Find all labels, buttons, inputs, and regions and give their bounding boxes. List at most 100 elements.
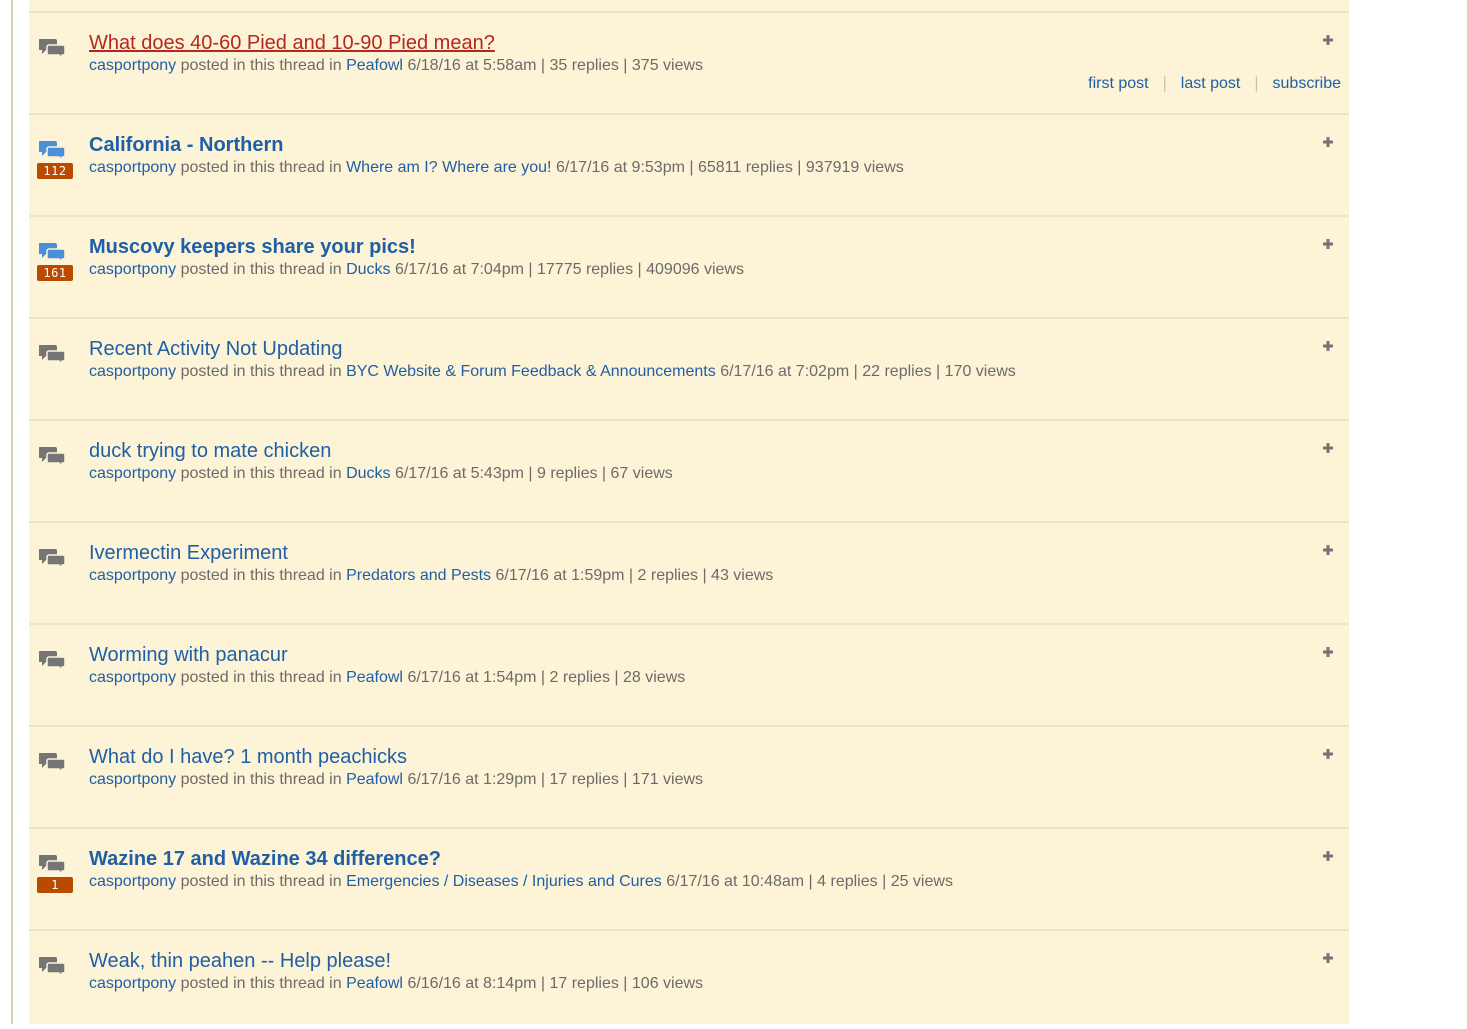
- post-date: 6/17/16 at 5:43pm: [394, 465, 524, 482]
- author-link[interactable]: casportpony: [89, 669, 176, 686]
- pipe-separator: |: [931, 363, 945, 380]
- pipe-separator: |: [609, 669, 623, 686]
- posted-in-text: posted in this thread in: [176, 771, 347, 788]
- thread-meta: casportpony posted in this thread in Whe…: [89, 159, 904, 177]
- author-link[interactable]: casportpony: [89, 57, 176, 74]
- forum-link[interactable]: Ducks: [346, 465, 390, 482]
- thread-title-link[interactable]: Ivermectin Experiment: [89, 542, 288, 565]
- reply-count: 4 replies: [817, 873, 878, 890]
- posted-in-text: posted in this thread in: [176, 873, 347, 890]
- posted-in-text: posted in this thread in: [176, 159, 347, 176]
- thread-meta: casportpony posted in this thread in Pre…: [89, 567, 773, 585]
- forum-link[interactable]: Ducks: [346, 261, 390, 278]
- pipe-separator: |: [633, 261, 647, 278]
- pipe-separator: |: [849, 363, 863, 380]
- thread-title-link[interactable]: Recent Activity Not Updating: [89, 338, 342, 361]
- thread-meta: casportpony posted in this thread in Duc…: [89, 261, 744, 279]
- thread-title-link[interactable]: Worming with panacur: [89, 644, 288, 667]
- thread-meta: casportpony posted in this thread in Pea…: [89, 771, 703, 789]
- thread-meta: casportpony posted in this thread in BYC…: [89, 363, 1016, 381]
- action-separator: |: [1162, 75, 1167, 92]
- forum-link[interactable]: Emergencies / Diseases / Injuries and Cu…: [346, 873, 662, 890]
- chat-bubbles-icon: [39, 751, 67, 773]
- view-count: 409096 views: [646, 261, 744, 278]
- chat-bubbles-icon: [39, 649, 67, 671]
- view-count: 28 views: [623, 669, 686, 686]
- forum-link[interactable]: Peafowl: [346, 771, 403, 788]
- thread-title-link[interactable]: Wazine 17 and Wazine 34 difference?: [89, 848, 441, 871]
- reply-count: 22 replies: [862, 363, 932, 380]
- view-count: 25 views: [890, 873, 953, 890]
- forum-link[interactable]: Peafowl: [346, 669, 403, 686]
- plus-icon[interactable]: [1322, 645, 1334, 657]
- author-link[interactable]: casportpony: [89, 159, 176, 176]
- post-date: 6/17/16 at 1:54pm: [407, 669, 537, 686]
- pipe-separator: |: [597, 465, 611, 482]
- new-posts-badge[interactable]: 161: [37, 265, 73, 281]
- post-date: 6/17/16 at 1:29pm: [407, 771, 537, 788]
- author-link[interactable]: casportpony: [89, 567, 176, 584]
- reply-count: 65811 replies: [697, 159, 793, 176]
- reply-count: 17775 replies: [537, 261, 634, 278]
- post-date: 6/17/16 at 1:59pm: [495, 567, 625, 584]
- thread-meta: casportpony posted in this thread in Pea…: [89, 57, 703, 75]
- pipe-separator: |: [618, 975, 632, 992]
- thread-title-link[interactable]: What do I have? 1 month peachicks: [89, 746, 407, 769]
- thread-title-link[interactable]: California - Northern: [89, 134, 283, 157]
- plus-icon[interactable]: [1322, 237, 1334, 249]
- thread-row-2: 112 California - Northern casportpony po…: [29, 113, 1349, 213]
- new-posts-badge[interactable]: 112: [37, 163, 73, 179]
- reply-count: 9 replies: [537, 465, 598, 482]
- reply-count: 35 replies: [549, 57, 619, 74]
- forum-link[interactable]: Predators and Pests: [346, 567, 491, 584]
- pipe-separator: |: [624, 567, 638, 584]
- pipe-separator: |: [536, 771, 550, 788]
- view-count: 937919 views: [805, 159, 904, 176]
- forum-link[interactable]: Peafowl: [346, 975, 403, 992]
- plus-icon[interactable]: [1322, 951, 1334, 963]
- reply-count: 17 replies: [549, 975, 619, 992]
- chat-bubbles-icon: [39, 853, 67, 875]
- plus-icon[interactable]: [1322, 339, 1334, 351]
- thread-title-link[interactable]: duck trying to mate chicken: [89, 440, 331, 463]
- posted-in-text: posted in this thread in: [176, 567, 347, 584]
- forum-link[interactable]: BYC Website & Forum Feedback & Announcem…: [346, 363, 716, 380]
- pipe-separator: |: [804, 873, 818, 890]
- chat-bubbles-icon: [39, 139, 67, 161]
- author-link[interactable]: casportpony: [89, 363, 176, 380]
- view-count: 106 views: [631, 975, 704, 992]
- first-post-link[interactable]: first post: [1088, 75, 1148, 92]
- thread-meta: casportpony posted in this thread in Duc…: [89, 465, 673, 483]
- author-link[interactable]: casportpony: [89, 873, 176, 890]
- author-link[interactable]: casportpony: [89, 261, 176, 278]
- forum-link[interactable]: Peafowl: [346, 57, 403, 74]
- thread-meta: casportpony posted in this thread in Pea…: [89, 975, 703, 993]
- forum-link[interactable]: Where am I? Where are you!: [346, 159, 551, 176]
- post-date: 6/17/16 at 7:04pm: [394, 261, 524, 278]
- thread-title-link[interactable]: Weak, thin peahen -- Help please!: [89, 950, 391, 973]
- pipe-separator: |: [536, 57, 550, 74]
- new-posts-badge[interactable]: 1: [37, 877, 73, 893]
- view-count: 170 views: [944, 363, 1016, 380]
- plus-icon[interactable]: [1322, 135, 1334, 147]
- chat-bubbles-icon: [39, 445, 67, 467]
- author-link[interactable]: casportpony: [89, 465, 176, 482]
- posted-in-text: posted in this thread in: [176, 465, 347, 482]
- plus-icon[interactable]: [1322, 849, 1334, 861]
- subscribe-link[interactable]: subscribe: [1273, 75, 1341, 92]
- thread-actions: first post | last post | subscribe: [1088, 75, 1341, 93]
- plus-icon[interactable]: [1322, 543, 1334, 555]
- thread-row-6: Ivermectin Experiment casportpony posted…: [29, 521, 1349, 621]
- reply-count: 2 replies: [637, 567, 698, 584]
- thread-row-10: Weak, thin peahen -- Help please! caspor…: [29, 929, 1349, 1029]
- thread-title-link[interactable]: Muscovy keepers share your pics!: [89, 236, 416, 259]
- author-link[interactable]: casportpony: [89, 771, 176, 788]
- thread-title-link[interactable]: What does 40-60 Pied and 10-90 Pied mean…: [89, 32, 495, 55]
- plus-icon[interactable]: [1322, 747, 1334, 759]
- plus-icon[interactable]: [1322, 441, 1334, 453]
- pipe-separator: |: [523, 465, 537, 482]
- plus-icon[interactable]: [1322, 33, 1334, 45]
- view-count: 171 views: [631, 771, 704, 788]
- last-post-link[interactable]: last post: [1181, 75, 1241, 92]
- author-link[interactable]: casportpony: [89, 975, 176, 992]
